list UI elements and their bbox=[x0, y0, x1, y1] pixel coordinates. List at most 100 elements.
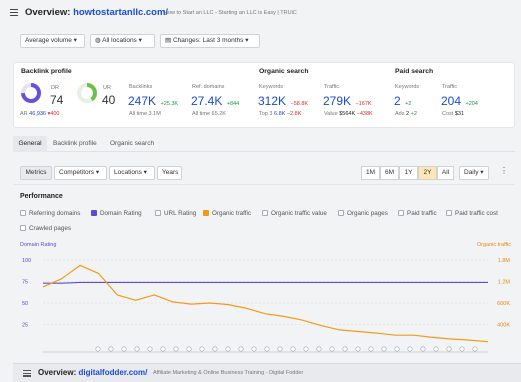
tab-organic-search[interactable]: Organic search bbox=[110, 136, 154, 152]
event-marker-icon[interactable] bbox=[459, 346, 465, 352]
event-marker-icon[interactable] bbox=[303, 346, 309, 352]
refdomains-value-row: 27.4K +844 bbox=[191, 92, 239, 110]
event-marker-icon[interactable] bbox=[199, 346, 205, 352]
event-marker-icon[interactable] bbox=[121, 346, 127, 352]
event-marker-icon[interactable] bbox=[316, 346, 322, 352]
competitors-dropdown[interactable]: Competitors ▾ bbox=[54, 166, 107, 180]
chart-event-markers bbox=[95, 346, 478, 352]
bottom-domain-link[interactable]: digitalfodder.com/ bbox=[78, 368, 147, 377]
interval-dropdown[interactable]: Daily ▾ bbox=[459, 166, 489, 180]
right-tick-label: 400K bbox=[497, 323, 510, 329]
checkbox-icon bbox=[20, 225, 26, 231]
checkbox-paid-traffic-cost[interactable]: Paid traffic cost bbox=[446, 210, 498, 217]
locations-chart-label: Locations bbox=[114, 169, 142, 176]
chevron-down-icon: ▾ bbox=[143, 169, 147, 176]
ads-row: Ads 2 +2 bbox=[395, 111, 417, 117]
chevron-down-icon: ▾ bbox=[245, 37, 249, 44]
event-marker-icon[interactable] bbox=[147, 346, 153, 352]
checkbox-organic-traffic-value[interactable]: Organic traffic value bbox=[262, 210, 327, 217]
locations-label: All locations bbox=[102, 37, 137, 44]
metrics-card: Backlink profile Organic search Paid sea… bbox=[13, 62, 515, 128]
event-marker-icon[interactable] bbox=[394, 346, 400, 352]
bottom-hamburger-icon[interactable] bbox=[23, 370, 31, 377]
value-amount: $564K bbox=[339, 111, 356, 117]
event-marker-icon[interactable] bbox=[381, 346, 387, 352]
locations-chart-dropdown[interactable]: Locations ▾ bbox=[109, 166, 155, 180]
organic-traffic-label: Traffic bbox=[324, 84, 339, 90]
ads-change: +2 bbox=[410, 111, 417, 117]
range-all[interactable]: All bbox=[437, 166, 454, 180]
backlinks-label: Backlinks bbox=[129, 84, 153, 90]
chevron-down-icon: ▾ bbox=[73, 37, 77, 44]
event-marker-icon[interactable] bbox=[355, 346, 361, 352]
checkbox-crawled-pages[interactable]: Crawled pages bbox=[20, 225, 71, 232]
hamburger-icon[interactable] bbox=[10, 9, 18, 17]
event-marker-icon[interactable] bbox=[186, 346, 192, 352]
checkbox-domain-rating[interactable]: Domain Rating bbox=[91, 210, 142, 217]
event-marker-icon[interactable] bbox=[277, 346, 283, 352]
top3-value[interactable]: 6.8K bbox=[274, 111, 285, 117]
checkbox-paid-traffic[interactable]: Paid traffic bbox=[398, 210, 437, 217]
event-marker-icon[interactable] bbox=[173, 346, 179, 352]
checkbox-label: Paid traffic bbox=[407, 210, 437, 217]
range-6m[interactable]: 6M bbox=[380, 166, 399, 180]
organic-traffic-change: −167K bbox=[355, 101, 372, 107]
organic-keywords-value[interactable]: 312K bbox=[258, 94, 286, 108]
event-marker-icon[interactable] bbox=[95, 346, 101, 352]
event-marker-icon[interactable] bbox=[212, 346, 218, 352]
ar-value[interactable]: 46,936 bbox=[29, 111, 46, 117]
event-marker-icon[interactable] bbox=[108, 346, 114, 352]
event-marker-icon[interactable] bbox=[368, 346, 374, 352]
event-marker-icon[interactable] bbox=[160, 346, 166, 352]
event-marker-icon[interactable] bbox=[433, 346, 439, 352]
organic-keywords-change: −58.8K bbox=[290, 101, 309, 107]
dr-value: 74 bbox=[50, 93, 64, 107]
checkbox-icon bbox=[20, 210, 26, 216]
changes-dropdown[interactable]: ▤ Changes: Last 3 months ▾ bbox=[160, 34, 260, 48]
range-2y[interactable]: 2Y bbox=[418, 166, 437, 180]
interval-label: Daily bbox=[464, 169, 479, 176]
checkbox-url-rating[interactable]: URL Rating bbox=[155, 210, 196, 217]
checkbox-organic-traffic[interactable]: Organic traffic bbox=[203, 210, 251, 217]
paid-keywords-value[interactable]: 2 bbox=[394, 94, 401, 108]
organic-traffic-value[interactable]: 279K bbox=[323, 94, 351, 108]
event-marker-icon[interactable] bbox=[472, 346, 478, 352]
event-marker-icon[interactable] bbox=[420, 346, 426, 352]
event-marker-icon[interactable] bbox=[238, 346, 244, 352]
left-axis-label: Domain Rating bbox=[20, 242, 57, 248]
event-marker-icon[interactable] bbox=[251, 346, 257, 352]
tab-backlink-profile[interactable]: Backlink profile bbox=[53, 136, 97, 152]
event-marker-icon[interactable] bbox=[407, 346, 413, 352]
backlinks-value[interactable]: 247K bbox=[128, 94, 156, 108]
metrics-button[interactable]: Metrics bbox=[20, 166, 52, 180]
changes-label: Changes: Last 3 months bbox=[172, 37, 244, 44]
event-marker-icon[interactable] bbox=[342, 346, 348, 352]
right-tick-label: 1.8M bbox=[498, 258, 511, 264]
tab-general[interactable]: General bbox=[13, 136, 47, 152]
event-marker-icon[interactable] bbox=[446, 346, 452, 352]
range-1y[interactable]: 1Y bbox=[399, 166, 418, 180]
range-1m[interactable]: 1M bbox=[361, 166, 380, 180]
event-marker-icon[interactable] bbox=[290, 346, 296, 352]
domain-link[interactable]: howtostartanllc.com/ bbox=[73, 7, 168, 18]
volume-label: Average volume bbox=[25, 37, 72, 44]
chart-ticks: 100 1.8M 75 1.2M 50 600K 25 400K bbox=[22, 258, 510, 329]
checkbox-organic-pages[interactable]: Organic pages bbox=[338, 210, 388, 217]
checkbox-referring-domains[interactable]: Referring domains bbox=[20, 210, 80, 217]
paid-traffic-value[interactable]: 204 bbox=[441, 94, 461, 108]
cost-row: Cost $31 bbox=[442, 111, 464, 117]
more-options-icon[interactable]: ⋮ bbox=[500, 166, 508, 175]
event-marker-icon[interactable] bbox=[225, 346, 231, 352]
volume-dropdown[interactable]: Average volume ▾ bbox=[20, 34, 85, 48]
locations-dropdown[interactable]: ◍ All locations ▾ bbox=[90, 34, 155, 48]
site-title: How to Start an LLC - Starting an LLC is… bbox=[164, 10, 297, 16]
event-marker-icon[interactable] bbox=[264, 346, 270, 352]
divider bbox=[13, 184, 515, 185]
years-button[interactable]: Years bbox=[157, 166, 182, 180]
page: Overview: howtostartanllc.com/ How to St… bbox=[0, 0, 521, 382]
event-marker-icon[interactable] bbox=[329, 346, 335, 352]
refdomains-value[interactable]: 27.4K bbox=[191, 94, 222, 108]
event-marker-icon[interactable] bbox=[134, 346, 140, 352]
left-tick-label: 75 bbox=[22, 280, 28, 286]
bottom-bar: Overview: digitalfodder.com/ Affiliate M… bbox=[13, 363, 521, 382]
